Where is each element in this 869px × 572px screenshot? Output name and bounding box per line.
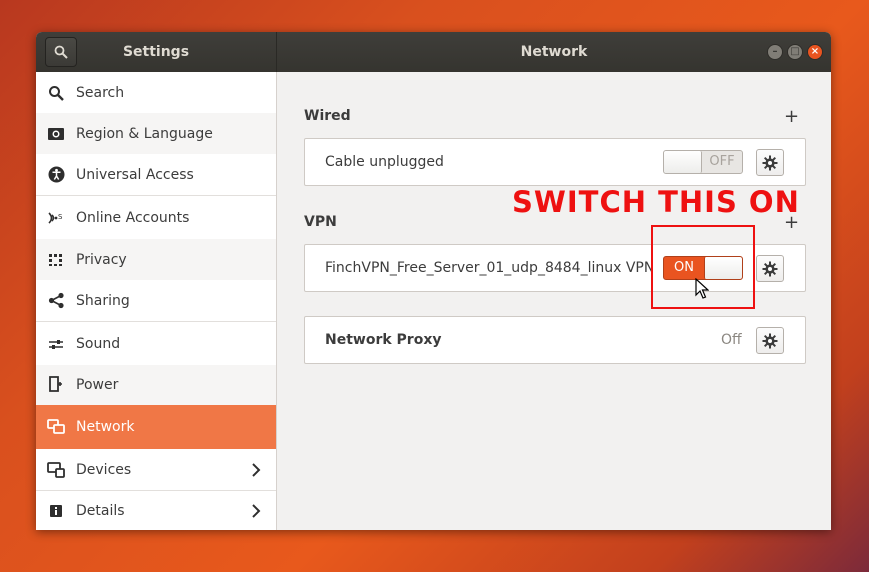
- minimize-icon: –: [772, 46, 778, 57]
- wired-status-label: Cable unplugged: [325, 154, 444, 170]
- network-proxy-label: Network Proxy: [325, 332, 442, 348]
- sidebar-item-label: Network: [76, 419, 135, 435]
- sidebar-item-sound[interactable]: Sound: [36, 321, 276, 365]
- wired-toggle[interactable]: OFF: [663, 150, 743, 174]
- sidebar-item-search[interactable]: Search: [36, 72, 276, 113]
- chevron-right-icon: [236, 462, 276, 477]
- chevron-right-icon: [236, 503, 276, 518]
- proxy-settings-button[interactable]: [756, 327, 784, 354]
- sidebar-title: Settings: [122, 44, 190, 60]
- sidebar-item-label: Sharing: [76, 292, 130, 309]
- vpn-settings-button[interactable]: [756, 255, 784, 282]
- toggle-knob: [664, 151, 702, 173]
- sidebar-item-label: Power: [76, 377, 119, 393]
- sidebar-header: Settings: [36, 32, 277, 72]
- gear-icon: [762, 333, 778, 348]
- sound-icon: [36, 338, 76, 350]
- sidebar-item-online-accounts[interactable]: S Online Accounts: [36, 195, 276, 239]
- sidebar-item-region-language[interactable]: Region & Language: [36, 113, 276, 154]
- sidebar-item-label: Online Accounts: [76, 209, 190, 226]
- devices-icon: [36, 461, 76, 478]
- titlebar: Settings Network – □ ×: [36, 32, 831, 72]
- sidebar-item-network[interactable]: Network: [36, 405, 276, 449]
- gear-icon: [762, 155, 778, 170]
- gear-icon: [762, 261, 778, 276]
- wired-connection-row: Cable unplugged OFF: [304, 138, 806, 186]
- region-language-icon: [36, 127, 76, 141]
- universal-access-icon: [36, 166, 76, 183]
- wired-section-title: Wired: [304, 108, 351, 124]
- svg-text:S: S: [58, 213, 63, 221]
- sidebar-item-devices[interactable]: Devices: [36, 449, 276, 490]
- search-icon: [54, 45, 68, 59]
- sidebar-item-label: Sound: [76, 335, 121, 352]
- sharing-icon: [36, 292, 76, 309]
- search-button[interactable]: [45, 37, 77, 67]
- close-icon: ×: [810, 46, 820, 57]
- sidebar-item-power[interactable]: Power: [36, 365, 276, 405]
- network-proxy-row[interactable]: Network Proxy Off: [304, 316, 806, 364]
- sidebar-item-universal-access[interactable]: Universal Access: [36, 154, 276, 195]
- search-icon: [36, 85, 76, 101]
- add-wired-button[interactable]: +: [784, 108, 799, 126]
- online-accounts-icon: S: [36, 210, 76, 226]
- network-proxy-value: Off: [721, 332, 742, 348]
- minimize-button[interactable]: –: [767, 44, 783, 60]
- sidebar-item-label: Devices: [76, 461, 132, 478]
- vpn-connection-label: FinchVPN_Free_Server_01_udp_8484_linux V…: [325, 260, 655, 276]
- sidebar-item-label: Details: [76, 502, 125, 519]
- power-icon: [36, 376, 76, 394]
- wired-settings-button[interactable]: [756, 149, 784, 176]
- vpn-section-title: VPN: [304, 214, 337, 230]
- sidebar-item-sharing[interactable]: Sharing: [36, 280, 276, 321]
- maximize-button[interactable]: □: [787, 44, 803, 60]
- sidebar-item-label: Universal Access: [76, 166, 194, 183]
- page-title: Network: [520, 44, 588, 60]
- network-icon: [36, 419, 76, 435]
- sidebar-item-label: Privacy: [76, 251, 127, 268]
- sidebar-item-label: Region & Language: [76, 125, 213, 142]
- maximize-icon: □: [790, 46, 800, 57]
- close-button[interactable]: ×: [807, 44, 823, 60]
- mouse-cursor-icon: [695, 277, 710, 304]
- privacy-icon: [36, 253, 76, 267]
- sidebar: Search Region & Language Universal Acces…: [36, 72, 277, 530]
- annotation-text: SWITCH THIS ON: [512, 185, 800, 219]
- toggle-text: OFF: [709, 154, 735, 169]
- sidebar-item-label: Search: [76, 84, 125, 101]
- sidebar-item-details[interactable]: Details: [36, 490, 276, 530]
- sidebar-item-privacy[interactable]: Privacy: [36, 239, 276, 280]
- details-icon: [36, 504, 76, 518]
